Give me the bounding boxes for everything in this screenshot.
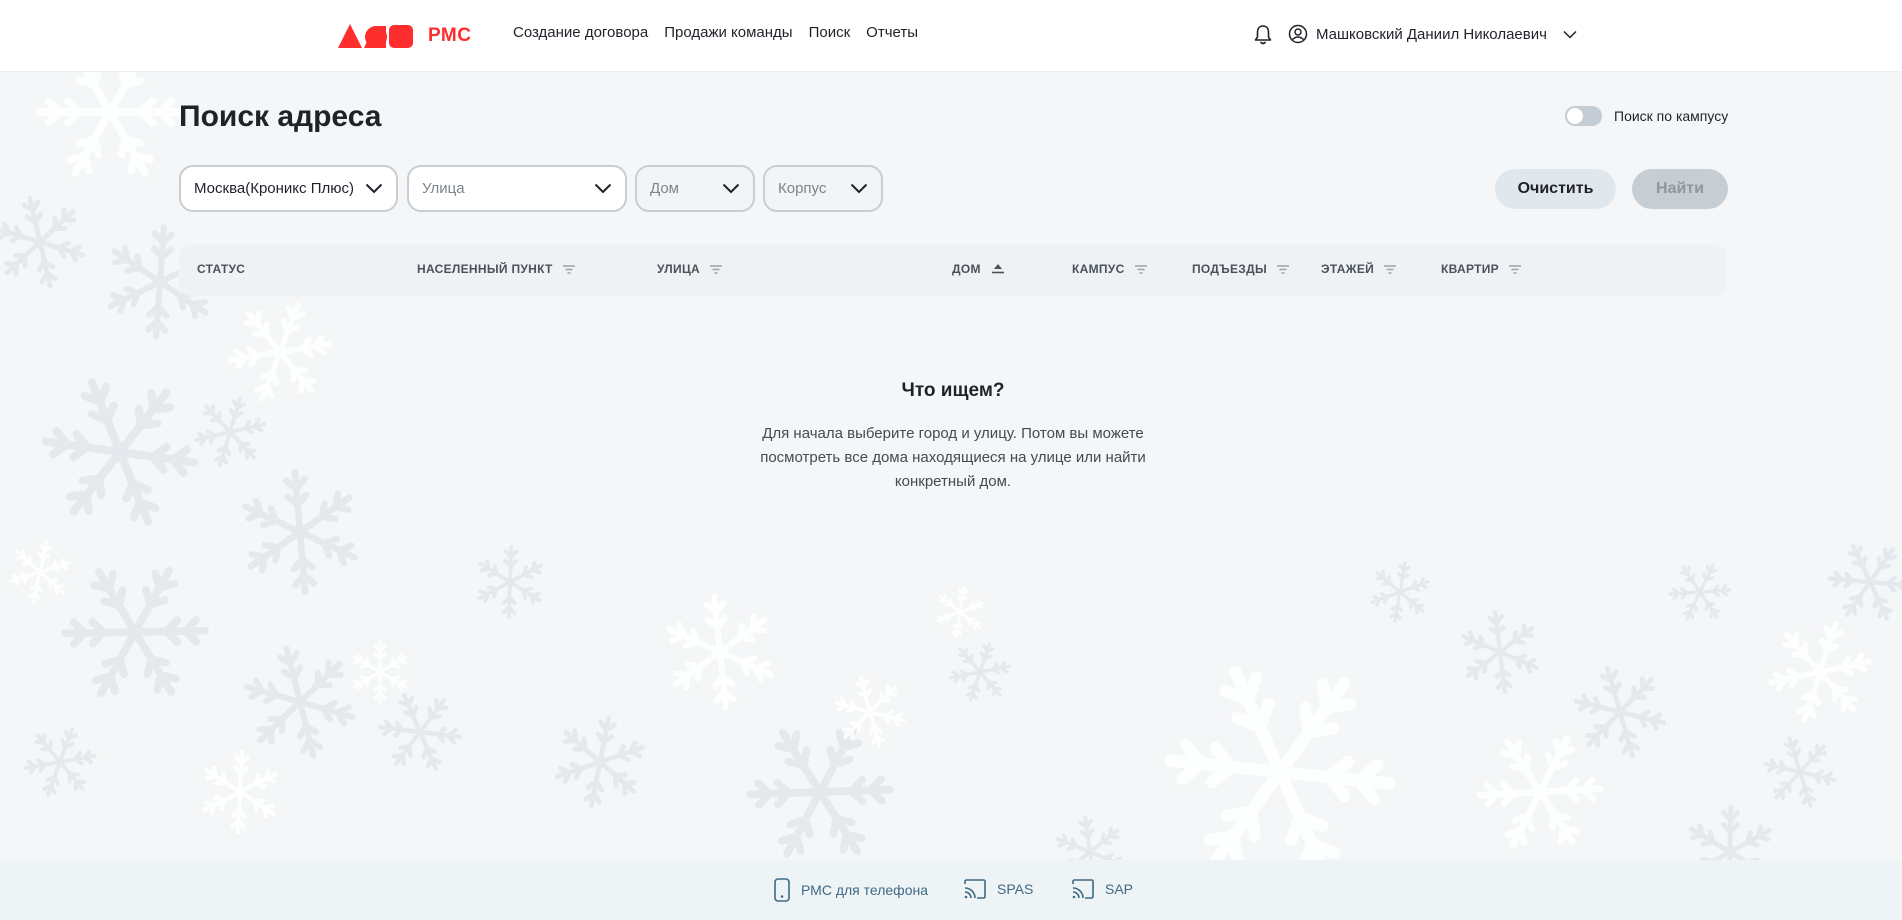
phone-icon [774,878,790,902]
city-select[interactable]: Москва(Кроникс Плюс) [179,165,398,212]
clear-button[interactable]: Очистить [1495,169,1616,209]
column-apartments[interactable]: КВАРТИР [1441,262,1521,276]
logo-mark-icon [338,24,413,48]
column-street-label: УЛИЦА [657,262,700,276]
filter-icon[interactable] [562,264,575,274]
column-apartments-label: КВАРТИР [1441,262,1499,276]
nav-team-sales[interactable]: Продажи команды [664,24,792,41]
page-title: Поиск адреса [179,100,382,133]
filter-icon[interactable] [1384,264,1397,274]
street-select[interactable]: Улица [407,165,627,212]
cast-icon [1072,879,1094,899]
column-house[interactable]: ДОМ [952,262,1005,276]
filter-icon[interactable] [1134,264,1147,274]
top-header: РМС Создание договора Продажи команды По… [0,0,1902,72]
chevron-down-icon [365,183,383,194]
results-table-header: СТАТУС НАСЕЛЕННЫЙ ПУНКТ УЛИЦА ДОМ КАМПУС… [179,244,1727,296]
find-button[interactable]: Найти [1632,169,1728,209]
column-status[interactable]: СТАТУС [197,262,245,276]
column-entrances[interactable]: ПОДЪЕЗДЫ [1192,262,1290,276]
house-select[interactable]: Дом [635,165,755,212]
toggle-switch[interactable] [1565,106,1602,126]
building-select-placeholder: Корпус [778,180,827,197]
column-campus-label: КАМПУС [1072,262,1125,276]
nav-search[interactable]: Поиск [809,24,851,41]
column-street[interactable]: УЛИЦА [657,262,722,276]
campus-search-toggle[interactable]: Поиск по кампусу [1565,106,1728,126]
bell-icon[interactable] [1253,24,1273,46]
footer-link-mobile-label: РМС для телефона [801,882,929,898]
column-house-label: ДОМ [952,262,981,276]
sort-asc-icon[interactable] [991,264,1005,274]
empty-state-text: Для начала выберите город и улицу. Потом… [760,425,1146,490]
nav-reports[interactable]: Отчеты [866,24,918,41]
column-status-label: СТАТУС [197,262,246,276]
nav-create-contract[interactable]: Создание договора [513,24,648,41]
chevron-down-icon [722,183,740,194]
footer-link-sap-label: SAP [1105,881,1134,897]
user-name: Машковский Даниил Николаевич [1316,25,1547,43]
filter-icon[interactable] [709,264,722,274]
footer: РМС для телефона SPAS SAP [0,860,1902,920]
filter-icon[interactable] [1277,264,1290,274]
city-select-value: Москва(Кроникс Плюс) [194,180,354,197]
user-icon [1288,24,1308,44]
building-select[interactable]: Корпус [763,165,883,212]
main-nav: Создание договора Продажи команды Поиск … [513,24,918,41]
footer-link-spas[interactable]: SPAS [963,878,1033,900]
campus-toggle-label: Поиск по кампусу [1614,108,1729,124]
cast-icon [964,879,986,899]
logo[interactable]: РМС [338,20,471,52]
column-locality-label: НАСЕЛЕННЫЙ ПУНКТ [417,262,553,276]
column-locality[interactable]: НАСЕЛЕННЫЙ ПУНКТ [417,262,575,276]
footer-link-mobile[interactable]: РМС для телефона [773,878,928,902]
logo-text: РМС [428,25,472,46]
main-content: Поиск адреса Поиск по кампусу Москва(Кро… [0,72,1902,860]
user-menu[interactable]: Машковский Даниил Николаевич [1288,24,1577,44]
filter-icon[interactable] [1508,264,1521,274]
chevron-down-icon [594,183,612,194]
street-select-placeholder: Улица [422,180,465,197]
column-floors-label: ЭТАЖЕЙ [1321,262,1375,276]
chevron-down-icon [1563,30,1577,39]
house-select-placeholder: Дом [650,180,679,197]
empty-state-title: Что ищем? [901,380,1005,401]
chevron-down-icon [850,183,868,194]
footer-link-sap[interactable]: SAP [1071,878,1133,900]
column-campus[interactable]: КАМПУС [1072,262,1147,276]
column-entrances-label: ПОДЪЕЗДЫ [1192,262,1268,276]
column-floors[interactable]: ЭТАЖЕЙ [1321,262,1397,276]
footer-link-spas-label: SPAS [997,881,1034,897]
